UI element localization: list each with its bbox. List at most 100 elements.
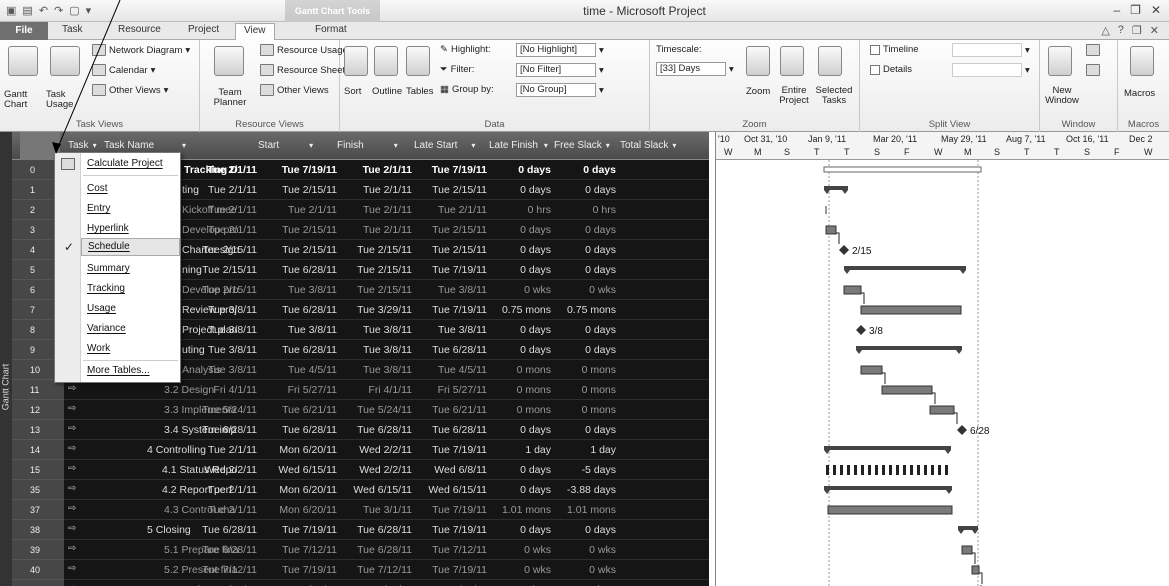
start-cell[interactable]: Tue 2/1/11 (202, 444, 257, 456)
free-slack-cell[interactable]: 0 days (487, 464, 551, 476)
macros-icon[interactable] (1130, 46, 1154, 76)
start-cell[interactable]: Tue 2/1/11 (202, 204, 257, 216)
menu-item-variance[interactable]: Variance (87, 323, 126, 334)
start-cell[interactable]: Tue 3/8/11 (202, 344, 257, 356)
highlight-value[interactable]: [No Highlight] (516, 43, 596, 57)
menu-item-summary[interactable]: Summary (87, 263, 130, 274)
chevron-down-icon[interactable]: ▾ (309, 141, 313, 150)
minimize-icon[interactable]: – (1113, 3, 1120, 17)
free-slack-cell[interactable]: 0 mons (487, 384, 551, 396)
total-slack-cell[interactable]: 0 days (551, 424, 616, 436)
late-start-cell[interactable]: Wed 2/2/11 (337, 444, 412, 456)
row-id[interactable]: 41 (12, 580, 64, 586)
total-slack-cell[interactable]: 0 days (551, 244, 616, 256)
macros-button[interactable]: Macros (1124, 88, 1155, 99)
late-finish-cell[interactable]: Tue 7/19/11 (412, 564, 487, 576)
table-row[interactable]: 40 5.2 Present fina Tue 7/12/11 Tue 7/19/11… (12, 560, 709, 580)
late-start-cell[interactable]: Tue 3/1/11 (337, 504, 412, 516)
chevron-down-icon[interactable]: ▾ (182, 141, 186, 150)
late-start-cell[interactable]: Tue 2/15/11 (337, 284, 412, 296)
late-finish-cell[interactable]: Tue 7/19/11 (412, 524, 487, 536)
free-slack-cell[interactable]: 0 days (487, 264, 551, 276)
start-cell[interactable]: Fri 4/1/11 (202, 384, 257, 396)
finish-cell[interactable]: Tue 2/15/11 (257, 244, 337, 256)
details-value[interactable] (952, 63, 1022, 77)
total-slack-cell[interactable]: 0 days (551, 324, 616, 336)
finish-cell[interactable]: Tue 7/19/11 (257, 564, 337, 576)
total-slack-cell[interactable]: 0 days (551, 524, 616, 536)
late-finish-cell[interactable]: Tue 7/19/11 (412, 504, 487, 516)
free-slack-cell[interactable]: 0 days (487, 164, 551, 176)
late-start-cell[interactable]: Wed 6/15/11 (337, 484, 412, 496)
late-start-cell[interactable]: Tue 3/8/11 (337, 324, 412, 336)
start-cell[interactable]: Tue 2/1/11 (202, 164, 257, 176)
details-checkbox[interactable]: Details (870, 64, 912, 75)
late-start-cell[interactable]: Tue 3/29/11 (337, 304, 412, 316)
resource-usage-button[interactable]: Resource Usage (260, 44, 348, 56)
network-diagram-button[interactable]: Network Diagram ▾ (92, 44, 190, 56)
filter-combo[interactable]: [No Filter] ▾ (516, 63, 604, 77)
table-row[interactable]: 37 4.3 Control cha Tue 2/1/11 Mon 6/20/11 Tu… (12, 500, 709, 520)
menu-item-more-tables[interactable]: More Tables... (87, 365, 150, 376)
free-slack-cell[interactable]: 0 wks (487, 284, 551, 296)
free-slack-cell[interactable]: 0 days (487, 324, 551, 336)
finish-cell[interactable]: Tue 3/8/11 (257, 284, 337, 296)
chevron-down-icon[interactable]: ▾ (599, 85, 604, 96)
total-slack-cell[interactable]: 1.01 mons (551, 504, 616, 516)
new-window-icon[interactable] (1048, 46, 1072, 76)
chevron-down-icon[interactable]: ▾ (606, 141, 610, 150)
finish-cell[interactable]: Tue 2/1/11 (257, 204, 337, 216)
chevron-down-icon[interactable]: ▾ (471, 141, 475, 150)
late-start-cell[interactable]: Tue 6/28/11 (337, 424, 412, 436)
help-icon[interactable]: ? (1118, 24, 1124, 37)
start-cell[interactable]: Tue 6/28/11 (202, 424, 257, 436)
late-finish-cell[interactable]: Tue 4/5/11 (412, 364, 487, 376)
details-combo[interactable]: ▾ (952, 63, 1030, 77)
start-cell[interactable]: Tue 2/15/11 (202, 244, 257, 256)
table-row[interactable]: 38 5 Closing Tue 6/28/11 Tue 7/19/11 Tue 6/2… (12, 520, 709, 540)
total-slack-cell[interactable]: 0 wks (551, 564, 616, 576)
tables-button[interactable]: Tables (406, 86, 433, 97)
selected-tasks-button[interactable]: Selected Tasks (812, 86, 856, 106)
row-id[interactable]: 11 (12, 380, 64, 400)
calendar-button[interactable]: Calendar ▾ (92, 64, 155, 76)
total-slack-cell[interactable]: -5 days (551, 464, 616, 476)
start-cell[interactable]: Tue 2/15/11 (202, 264, 257, 276)
late-start-cell[interactable]: Fri 4/1/11 (337, 384, 412, 396)
menu-item-work[interactable]: Work (87, 343, 110, 354)
start-cell[interactable]: Tue 2/15/11 (202, 284, 257, 296)
late-start-cell[interactable]: Tue 2/15/11 (337, 264, 412, 276)
column-header-late-finish[interactable]: Late Finish ▾ (489, 140, 548, 151)
total-slack-cell[interactable]: 0 wks (551, 544, 616, 556)
late-finish-cell[interactable]: Tue 7/19/11 (412, 304, 487, 316)
finish-cell[interactable]: Tue 2/15/11 (257, 184, 337, 196)
checkbox-icon[interactable] (870, 44, 880, 55)
finish-cell[interactable]: Wed 6/15/11 (257, 464, 337, 476)
finish-cell[interactable]: Tue 7/19/11 (257, 524, 337, 536)
finish-cell[interactable]: Tue 6/21/11 (257, 404, 337, 416)
finish-cell[interactable]: Tue 6/28/11 (257, 344, 337, 356)
total-slack-cell[interactable]: 0 mons (551, 364, 616, 376)
late-finish-cell[interactable]: Tue 6/21/11 (412, 404, 487, 416)
total-slack-cell[interactable]: 1 day (551, 444, 616, 456)
late-finish-cell[interactable]: Tue 7/19/11 (412, 444, 487, 456)
free-slack-cell[interactable]: 0 mons (487, 404, 551, 416)
new-window-button[interactable]: New Window (1044, 86, 1080, 106)
row-id[interactable]: 12 (12, 400, 64, 420)
free-slack-cell[interactable]: 0 days (487, 424, 551, 436)
other-resource-views-button[interactable]: Other Views (260, 84, 329, 96)
timeline-value[interactable] (952, 43, 1022, 57)
chevron-down-icon[interactable]: ▾ (394, 141, 398, 150)
start-cell[interactable]: Wed 2/2/11 (202, 464, 257, 476)
free-slack-cell[interactable]: 0 mons (487, 364, 551, 376)
start-cell[interactable]: Tue 2/1/11 (202, 484, 257, 496)
zoom-button[interactable]: Zoom (746, 86, 770, 97)
entire-project-icon[interactable] (780, 46, 804, 76)
start-cell[interactable]: Tue 3/8/11 (202, 324, 257, 336)
table-row[interactable]: 12 3.3 Implementa Tue 5/24/11 Tue 6/21/11 Tu… (12, 400, 709, 420)
chevron-down-icon[interactable]: ▾ (1025, 65, 1030, 76)
free-slack-cell[interactable]: 0 days (487, 244, 551, 256)
chevron-down-icon[interactable]: ▾ (544, 141, 548, 150)
minimize-ribbon-icon[interactable]: △ (1101, 24, 1109, 37)
column-header-free-slack[interactable]: Free Slack ▾ (554, 140, 610, 151)
